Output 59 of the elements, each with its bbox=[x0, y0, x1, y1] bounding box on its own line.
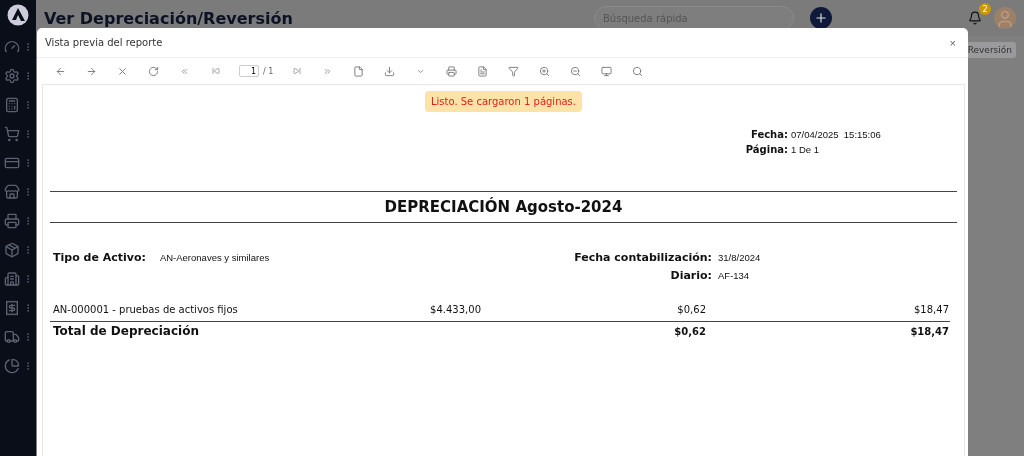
plus-icon bbox=[814, 11, 828, 25]
filter-icon bbox=[508, 65, 520, 77]
posting-label: Fecha contabilización: bbox=[573, 251, 712, 264]
logo-icon bbox=[7, 4, 29, 26]
table-cell-text: $0,62 bbox=[676, 304, 706, 315]
table-cell-text: $4.433,00 bbox=[429, 304, 481, 315]
last-page-icon bbox=[292, 67, 301, 75]
double-chevron-right-icon bbox=[323, 66, 333, 76]
building-icon[interactable] bbox=[4, 271, 20, 287]
printer-icon bbox=[446, 65, 458, 77]
avatar[interactable] bbox=[994, 7, 1016, 29]
bell-icon[interactable] bbox=[968, 11, 982, 25]
file-icon bbox=[353, 65, 365, 77]
zoom-out-icon bbox=[570, 65, 582, 77]
posting-value: 31/8/2024 bbox=[718, 252, 762, 263]
table-cell-text: AN-000001 - pruebas de activos fijos bbox=[53, 304, 239, 315]
monitor-icon bbox=[601, 65, 613, 77]
double-chevron-left-icon bbox=[180, 66, 189, 76]
close-button[interactable]: × bbox=[945, 36, 960, 49]
meta-label: Fecha: bbox=[750, 129, 788, 140]
total-label: Total de Depreciación bbox=[53, 324, 200, 338]
cancel-icon bbox=[117, 65, 128, 77]
arrow-left-icon bbox=[55, 65, 66, 77]
meta-label: Página: bbox=[744, 144, 788, 155]
calculator-icon[interactable] bbox=[4, 97, 20, 113]
gear-icon[interactable] bbox=[4, 68, 20, 84]
first-page-icon bbox=[211, 67, 220, 75]
receipt-icon[interactable] bbox=[4, 300, 20, 316]
notification-badge: 2 bbox=[979, 3, 991, 15]
asset-type-value: AN-Aeronaves y similares bbox=[159, 252, 270, 263]
zoom-in-icon bbox=[539, 65, 551, 77]
table-cell-text: $18,47 bbox=[913, 304, 949, 315]
document-icon bbox=[477, 65, 489, 77]
total-cell-text: $0,62 bbox=[673, 326, 706, 337]
store-icon[interactable] bbox=[4, 184, 20, 200]
status-message: Listo. Se cargaron 1 páginas. bbox=[425, 91, 582, 112]
page-total: / 1 bbox=[263, 66, 274, 76]
truck-icon[interactable] bbox=[4, 329, 20, 345]
download-icon bbox=[384, 65, 396, 77]
posting-label: Diario: bbox=[669, 269, 712, 282]
report-title: DEPRECIACIÓN Agosto-2024 bbox=[383, 196, 624, 218]
posting-value: AF-134 bbox=[718, 270, 751, 281]
meta-value: 1 De 1 bbox=[791, 144, 820, 155]
search-icon bbox=[632, 65, 644, 77]
refresh-icon bbox=[148, 65, 159, 77]
total-cell-text: $18,47 bbox=[909, 326, 949, 337]
add-button[interactable] bbox=[810, 7, 832, 29]
page-title: Ver Depreciación/Reversión bbox=[44, 8, 294, 28]
box-icon[interactable] bbox=[4, 242, 20, 258]
card-icon[interactable] bbox=[4, 155, 20, 171]
meta-value: 07/04/2025 15:15:06 bbox=[791, 129, 882, 140]
arrow-right-icon bbox=[86, 65, 97, 77]
cart-icon[interactable] bbox=[4, 126, 20, 142]
pie-chart-icon[interactable] bbox=[4, 358, 20, 374]
page-field[interactable]: 1 bbox=[239, 65, 259, 77]
asset-type-label: Tipo de Activo: bbox=[53, 251, 146, 264]
user-icon bbox=[995, 9, 1015, 29]
dialog-title: Vista previa del reporte bbox=[45, 37, 163, 48]
gauge-icon[interactable] bbox=[4, 39, 20, 55]
